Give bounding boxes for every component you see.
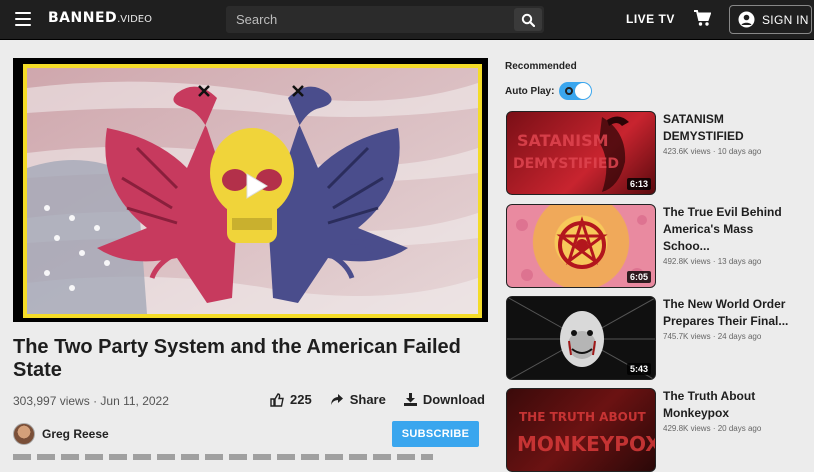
sign-in-label: SIGN IN bbox=[762, 12, 809, 27]
thumb-text-line2: MONKEYPOX bbox=[517, 432, 656, 456]
like-button[interactable]: 225 bbox=[270, 392, 312, 407]
thumb-text-line1: SATANISM bbox=[517, 131, 609, 150]
subscribe-button[interactable]: SUBSCRIBE bbox=[392, 421, 479, 447]
recommended-title-line1: The New World Order bbox=[663, 297, 786, 311]
recommended-meta: 423.6K views · 10 days ago bbox=[663, 147, 762, 156]
video-player[interactable] bbox=[13, 58, 488, 322]
recommended-thumbnail[interactable]: THE TRUTH ABOUT MONKEYPOX bbox=[506, 388, 656, 472]
recommended-text: The Truth About Monkeypox 429.8K views · … bbox=[663, 388, 803, 433]
recommended-title-line2: Monkeypox bbox=[663, 406, 730, 420]
recommended-title[interactable]: SATANISM DEMYSTIFIED bbox=[663, 111, 803, 145]
logo-main-text: BANNED bbox=[48, 10, 118, 26]
description-preview bbox=[13, 454, 433, 460]
video-meta: 303,997 views · Jun 11, 2022 bbox=[13, 394, 169, 408]
thumbs-up-icon bbox=[270, 392, 284, 407]
like-count: 225 bbox=[290, 392, 312, 407]
user-icon bbox=[738, 11, 755, 28]
toggle-indicator-icon bbox=[565, 87, 574, 95]
channel-name[interactable]: Greg Reese bbox=[42, 427, 109, 441]
thumb-text-line2: DEMYSTIFIED bbox=[513, 156, 619, 172]
recommended-video[interactable]: 5:43 The New World Order Prepares Their F… bbox=[506, 296, 806, 380]
video-duration: 5:43 bbox=[626, 363, 651, 375]
share-icon bbox=[330, 394, 343, 405]
download-label: Download bbox=[422, 392, 485, 407]
recommended-heading: Recommended bbox=[505, 61, 577, 72]
view-count: 303,997 views bbox=[13, 394, 90, 408]
download-icon bbox=[403, 393, 417, 406]
play-icon[interactable] bbox=[233, 168, 277, 204]
autoplay-control: Auto Play: bbox=[505, 82, 593, 100]
download-button[interactable]: Download bbox=[403, 392, 485, 407]
recommended-views: 492.8K views bbox=[663, 257, 711, 266]
site-logo[interactable]: BANNED .VIDEO bbox=[48, 10, 152, 30]
recommended-thumbnail[interactable]: 5:43 bbox=[506, 296, 656, 380]
shopping-cart-icon bbox=[694, 10, 712, 26]
recommended-title[interactable]: The New World Order Prepares Their Final.… bbox=[663, 296, 803, 330]
autoplay-label: Auto Play: bbox=[505, 85, 555, 97]
recommended-thumbnail[interactable]: SATANISM DEMYSTIFIED 6:13 bbox=[506, 111, 656, 195]
recommended-text: The New World Order Prepares Their Final.… bbox=[663, 296, 803, 341]
recommended-title-line1: The True Evil Behind bbox=[663, 205, 782, 219]
share-button[interactable]: Share bbox=[330, 392, 386, 407]
video-duration: 6:05 bbox=[626, 271, 651, 283]
thumb-text-line1: THE TRUTH ABOUT bbox=[519, 410, 647, 424]
search-button[interactable] bbox=[514, 8, 542, 31]
search-input[interactable] bbox=[226, 6, 510, 33]
sign-in-button[interactable]: SIGN IN bbox=[729, 5, 812, 34]
recommended-meta: 745.7K views · 24 days ago bbox=[663, 332, 762, 341]
avatar[interactable] bbox=[13, 423, 35, 445]
recommended-thumbnail[interactable]: 6:05 bbox=[506, 204, 656, 288]
video-duration: 6:13 bbox=[626, 178, 651, 190]
top-navigation-bar: BANNED .VIDEO LIVE TV SIGN IN bbox=[0, 0, 814, 40]
recommended-age: 24 days ago bbox=[717, 332, 762, 341]
recommended-age: 20 days ago bbox=[717, 424, 762, 433]
recommended-text: The True Evil Behind America's Mass Schoo… bbox=[663, 204, 803, 266]
recommended-meta: 429.8K views · 20 days ago bbox=[663, 424, 762, 433]
recommended-views: 429.8K views bbox=[663, 424, 711, 433]
search-bar bbox=[226, 6, 544, 33]
recommended-title[interactable]: The Truth About Monkeypox bbox=[663, 388, 803, 422]
share-label: Share bbox=[349, 392, 386, 407]
recommended-title-line2: Prepares Their Final... bbox=[663, 314, 789, 328]
recommended-title[interactable]: The True Evil Behind America's Mass Schoo… bbox=[663, 204, 803, 255]
live-tv-link[interactable]: LIVE TV bbox=[626, 12, 675, 26]
channel-info[interactable]: Greg Reese bbox=[13, 423, 109, 445]
toggle-knob bbox=[575, 83, 592, 99]
recommended-video[interactable]: SATANISM DEMYSTIFIED 6:13 SATANISM DEMYS… bbox=[506, 111, 806, 195]
recommended-views: 745.7K views bbox=[663, 332, 711, 341]
recommended-title-line1: The Truth About bbox=[663, 389, 756, 403]
cart-button[interactable] bbox=[693, 10, 712, 32]
menu-icon[interactable] bbox=[15, 12, 31, 26]
recommended-meta: 492.8K views · 13 days ago bbox=[663, 257, 762, 266]
recommended-title-line2: America's Mass Schoo... bbox=[663, 222, 754, 253]
recommended-text: SATANISM DEMYSTIFIED 423.6K views · 10 d… bbox=[663, 111, 803, 156]
video-actions: 225 Share Download bbox=[270, 392, 503, 407]
autoplay-toggle[interactable] bbox=[559, 82, 593, 100]
logo-sub-text: .VIDEO bbox=[117, 14, 152, 25]
search-icon bbox=[521, 13, 535, 27]
recommended-age: 13 days ago bbox=[717, 257, 762, 266]
recommended-video[interactable]: 6:05 The True Evil Behind America's Mass … bbox=[506, 204, 806, 288]
recommended-age: 10 days ago bbox=[717, 147, 762, 156]
video-title: The Two Party System and the American Fa… bbox=[13, 336, 461, 381]
recommended-video[interactable]: THE TRUTH ABOUT MONKEYPOX The Truth Abou… bbox=[506, 388, 806, 472]
recommended-views: 423.6K views bbox=[663, 147, 711, 156]
publish-date: Jun 11, 2022 bbox=[100, 394, 169, 408]
